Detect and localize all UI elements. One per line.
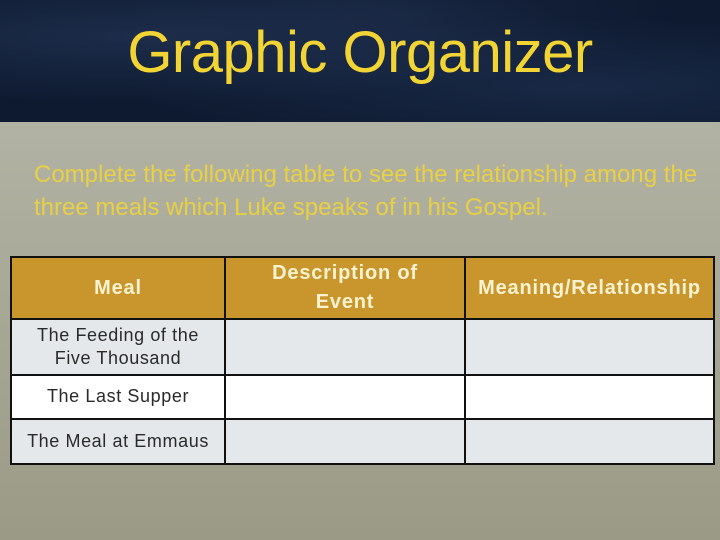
instructions-text: Complete the following table to see the … (34, 161, 698, 221)
description-cell[interactable] (224, 417, 466, 466)
table-row: The Feeding of the Five Thousand (10, 318, 715, 376)
table-row: The Meal at Emmaus (10, 417, 715, 466)
title-band: Graphic Organizer (0, 0, 720, 122)
graphic-organizer-table: Meal Description of Event Meaning/Relati… (10, 256, 715, 466)
meal-cell: The Meal at Emmaus (10, 417, 226, 466)
description-cell[interactable] (224, 318, 466, 376)
meal-cell: The Feeding of the Five Thousand (10, 318, 226, 376)
description-cell[interactable] (224, 373, 466, 420)
header-description: Description of Event (224, 256, 466, 320)
meal-cell: The Last Supper (10, 373, 226, 420)
slide-title: Graphic Organizer (127, 20, 593, 85)
meaning-cell[interactable] (464, 318, 715, 376)
header-meaning: Meaning/Relationship (464, 256, 715, 320)
table-header-row: Meal Description of Event Meaning/Relati… (10, 256, 715, 320)
meaning-cell[interactable] (464, 417, 715, 466)
header-meal: Meal (10, 256, 226, 320)
table-row: The Last Supper (10, 373, 715, 420)
meaning-cell[interactable] (464, 373, 715, 420)
